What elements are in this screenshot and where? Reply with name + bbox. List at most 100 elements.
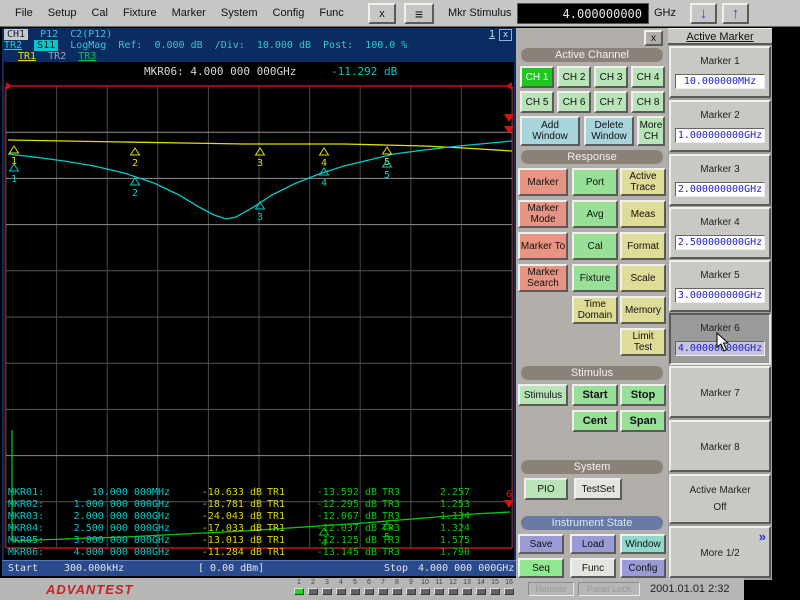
format-button[interactable]: Format bbox=[620, 232, 666, 260]
softkey-close-icon[interactable]: x bbox=[644, 30, 663, 46]
marker-7-button[interactable]: Marker 7 bbox=[669, 366, 771, 418]
span-button[interactable]: Span bbox=[620, 410, 666, 432]
stimulus-button[interactable]: Stimulus bbox=[518, 384, 568, 406]
more-ch-button[interactable]: More CH bbox=[637, 116, 665, 146]
delete-window-button[interactable]: Delete Window bbox=[584, 116, 634, 146]
channel-label[interactable]: CH1 bbox=[4, 29, 28, 40]
marker-search-button[interactable]: Marker Search bbox=[518, 264, 568, 292]
marker-button[interactable]: Marker bbox=[518, 168, 568, 196]
menu-cal[interactable]: Cal bbox=[91, 7, 108, 19]
testset-button[interactable]: TestSet bbox=[574, 478, 622, 500]
marker-label: Marker 4 bbox=[671, 217, 769, 228]
config-button[interactable]: Config bbox=[620, 558, 666, 578]
more-pages-button[interactable]: More 1/2 » bbox=[669, 526, 771, 578]
trace-tab-tr3[interactable]: TR3 bbox=[78, 51, 96, 62]
panel-lock-indicator: Panel Lock bbox=[578, 582, 640, 596]
menu-setup[interactable]: Setup bbox=[48, 7, 77, 19]
arrow-down-icon[interactable]: ↓ bbox=[690, 3, 717, 24]
marker-table-cell: -13.592 dB bbox=[293, 487, 377, 499]
load-button[interactable]: Load bbox=[570, 534, 616, 554]
marker-to-button[interactable]: Marker To bbox=[518, 232, 568, 260]
menu-system[interactable]: System bbox=[221, 7, 258, 19]
marker-value-field[interactable]: 3.000000000GHz bbox=[675, 288, 765, 303]
menu-file[interactable]: File bbox=[15, 7, 33, 19]
menu-config[interactable]: Config bbox=[273, 7, 305, 19]
memory-button[interactable]: Memory bbox=[620, 296, 666, 324]
marker-table-cell: MKR01: bbox=[8, 487, 58, 499]
close-icon[interactable]: x bbox=[368, 3, 396, 24]
ch3-button[interactable]: CH 3 bbox=[594, 66, 628, 88]
menu-func[interactable]: Func bbox=[319, 7, 343, 19]
format-label: LogMag bbox=[70, 40, 106, 51]
ch4-button[interactable]: CH 4 bbox=[631, 66, 665, 88]
port-button[interactable]: Port bbox=[572, 168, 618, 196]
menu-marker[interactable]: Marker bbox=[172, 7, 206, 19]
start-label: Start bbox=[8, 563, 38, 574]
marker-value-field[interactable]: 1.000000000GHz bbox=[675, 128, 765, 143]
cal-button[interactable]: Cal bbox=[572, 232, 618, 260]
channel-led-12: 12 bbox=[446, 579, 460, 595]
stop-button[interactable]: Stop bbox=[620, 384, 666, 406]
marker-table-cell: 1.790 bbox=[408, 547, 470, 559]
scale-button[interactable]: Scale bbox=[620, 264, 666, 292]
marker-mode-button[interactable]: Marker Mode bbox=[518, 200, 568, 228]
marker-table-cell: -12.067 dB bbox=[293, 511, 377, 523]
brand-logo: ADVANTEST bbox=[46, 582, 133, 597]
ch5-button[interactable]: CH 5 bbox=[520, 91, 554, 113]
marker-table-cell: TR3 bbox=[382, 547, 408, 559]
arrow-up-icon[interactable]: ↑ bbox=[722, 3, 749, 24]
marker-8-button[interactable]: Marker 8 bbox=[669, 420, 771, 472]
func-button[interactable]: Func bbox=[570, 558, 616, 578]
ch2-button[interactable]: CH 2 bbox=[557, 66, 591, 88]
marker-readout: MKR06: 4.000 000 000GHz -11.292 dB bbox=[144, 65, 397, 78]
window-button[interactable]: Window bbox=[620, 534, 666, 554]
meas-button[interactable]: Meas bbox=[620, 200, 666, 228]
marker-table-cell: 2.500 000 000GHz bbox=[58, 523, 170, 535]
channel-led-8: 8 bbox=[390, 579, 404, 595]
marker-2-button[interactable]: Marker 21.000000000GHz bbox=[669, 100, 771, 152]
marker-table-cell: -12.125 dB bbox=[293, 535, 377, 547]
marker-5-button[interactable]: Marker 53.000000000GHz bbox=[669, 260, 771, 312]
add-window-button[interactable]: Add Window bbox=[520, 116, 580, 146]
fixture-button[interactable]: Fixture bbox=[572, 264, 618, 292]
ch8-button[interactable]: CH 8 bbox=[631, 91, 665, 113]
ch6-button[interactable]: CH 6 bbox=[557, 91, 591, 113]
start-button[interactable]: Start bbox=[572, 384, 618, 406]
ch1-button[interactable]: CH 1 bbox=[520, 66, 554, 88]
active-trace-label[interactable]: TR2 bbox=[4, 40, 22, 51]
window-minimize-icon[interactable]: 1 bbox=[489, 29, 495, 40]
marker-3-button[interactable]: Marker 32.000000000GHz bbox=[669, 154, 771, 206]
channel-led-strip: 12345678910111213141516 bbox=[292, 579, 516, 595]
graph-window: CH1 P12 C2(P12) TR2 S11 LogMag Ref: 0.00… bbox=[2, 28, 516, 576]
marker-1-button[interactable]: Marker 110.000000MHz bbox=[669, 46, 771, 98]
menu-fixture[interactable]: Fixture bbox=[123, 7, 157, 19]
sparam-label[interactable]: S11 bbox=[34, 40, 58, 51]
marker-table-cell: -12.037 dB bbox=[293, 523, 377, 535]
marker-table-cell: MKR05: bbox=[8, 535, 58, 547]
seq-button[interactable]: Seq bbox=[518, 558, 564, 578]
limit-test-button[interactable]: Limit Test bbox=[620, 328, 666, 356]
pio-button[interactable]: PIO bbox=[524, 478, 568, 500]
active-trace-button[interactable]: Active Trace bbox=[620, 168, 666, 196]
avg-button[interactable]: Avg bbox=[572, 200, 618, 228]
trace-tab-tr1[interactable]: TR1 bbox=[18, 51, 36, 62]
remote-indicator: Remote bbox=[528, 582, 574, 596]
marker-table-cell: -24.043 dB bbox=[170, 511, 262, 523]
active-marker-off-button[interactable]: Active Marker Off bbox=[669, 474, 771, 524]
mkr-stimulus-input[interactable]: 4.000000000 bbox=[517, 3, 649, 24]
svg-text:4: 4 bbox=[321, 178, 327, 189]
marker-4-button[interactable]: Marker 4 2.500000000GHz bbox=[669, 207, 771, 259]
window-close-icon[interactable]: x bbox=[499, 29, 512, 41]
marker-value-field[interactable]: 2.500000000GHz bbox=[675, 235, 765, 250]
marker-table-cell: 1.000 000 000GHz bbox=[58, 499, 170, 511]
ref-value: 0.000 dB bbox=[154, 40, 202, 51]
menu-list-icon[interactable]: ≡ bbox=[404, 3, 434, 24]
save-button[interactable]: Save bbox=[518, 534, 564, 554]
cent-button[interactable]: Cent bbox=[572, 410, 618, 432]
marker-value-field[interactable]: 10.000000MHz bbox=[675, 74, 765, 89]
marker-value-field[interactable]: 2.000000000GHz bbox=[675, 182, 765, 197]
system-status-bar: ADVANTEST 12345678910111213141516 Remote… bbox=[0, 578, 744, 600]
ch7-button[interactable]: CH 7 bbox=[594, 91, 628, 113]
time-domain-button[interactable]: Time Domain bbox=[572, 296, 618, 324]
trace-tab-tr2[interactable]: TR2 bbox=[48, 51, 66, 62]
